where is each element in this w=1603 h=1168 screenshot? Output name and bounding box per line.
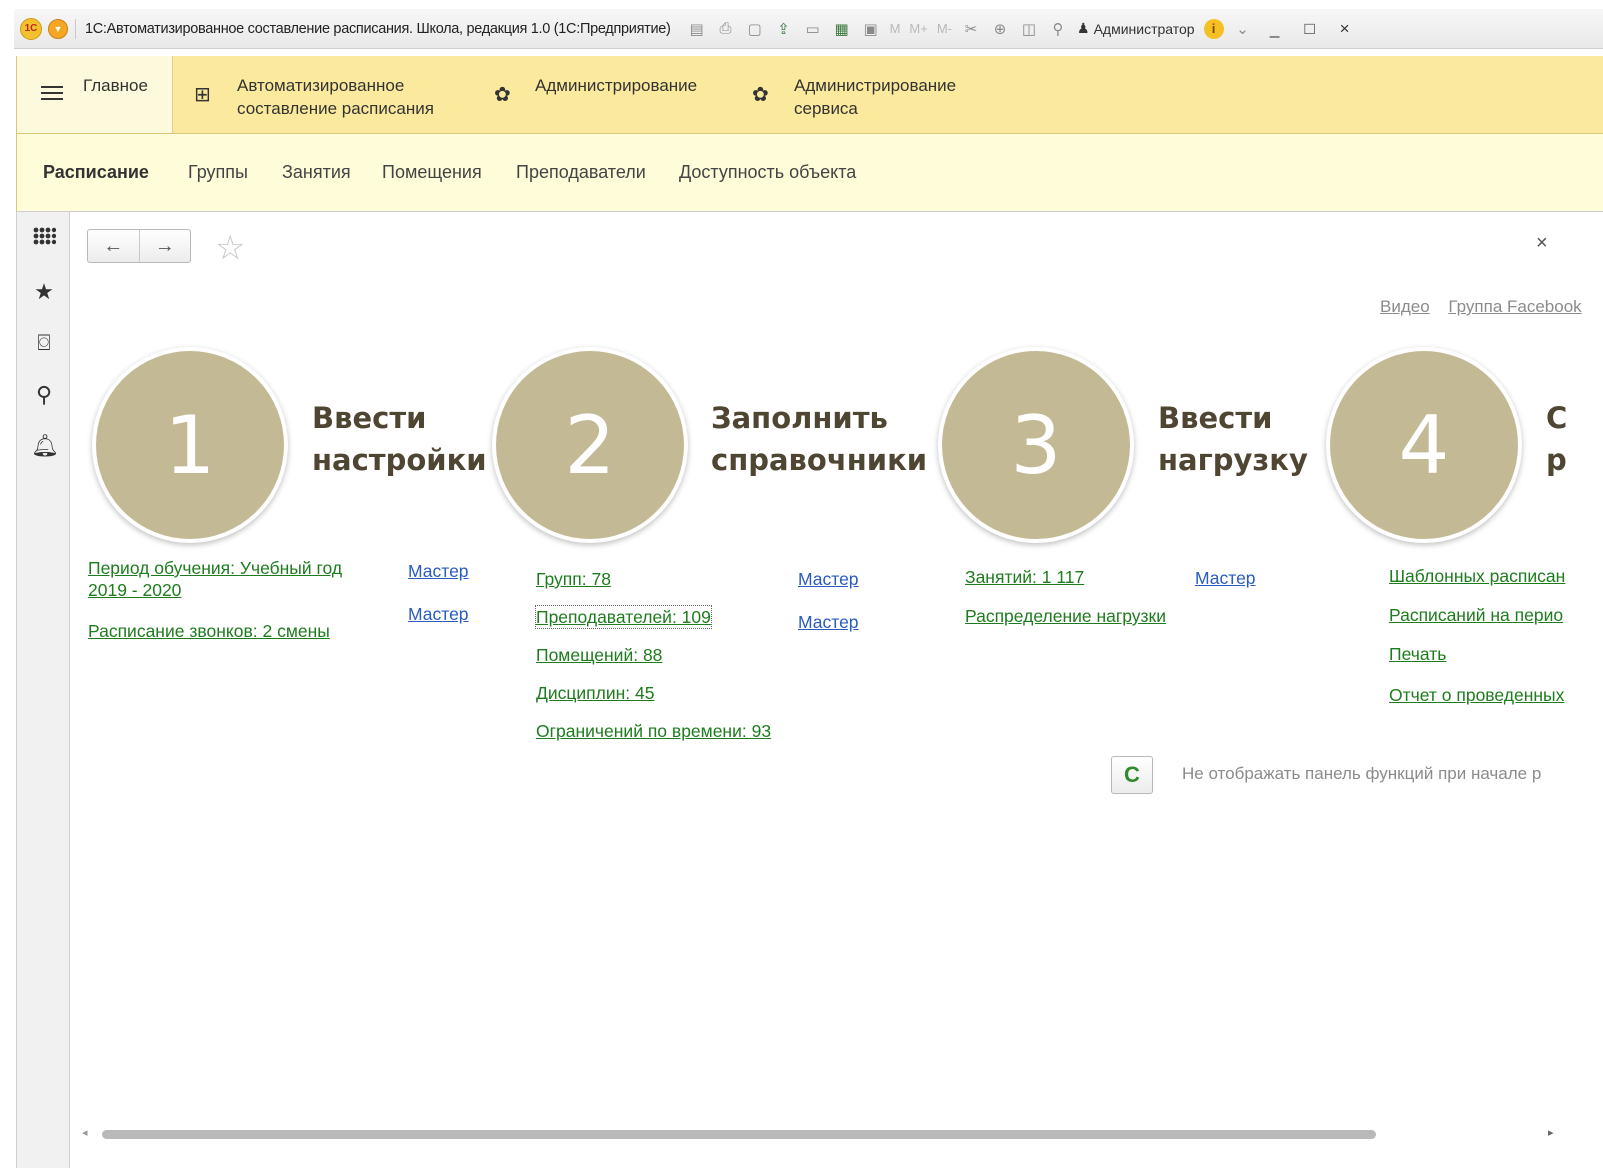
forward-button[interactable]: → [138,230,191,262]
study-period-link[interactable]: Период обучения: Учебный год 2019 - 2020 [88,557,342,601]
bell-schedule-link[interactable]: Расписание звонков: 2 смены [88,620,330,642]
memory-plus-button[interactable]: M+ [909,19,927,39]
main-menu-dropdown-icon[interactable]: ▼ [48,18,68,39]
user-icon: ♟ [1077,20,1090,36]
held-lessons-report-link[interactable]: Отчет о проведенных [1389,684,1564,706]
teachers-master-link[interactable]: Мастер [798,612,859,633]
divider [75,18,76,39]
scroll-right-icon[interactable]: ▸ [1548,1126,1554,1139]
bell-schedule-master-link[interactable]: Мастер [408,604,469,625]
window-toolbar: ▤ ⎙ ▢ ⇪ ▭ ▦ ▣ M M+ M- ✂ ⊕ ◫ ⚲ ♟ Админист… [687,18,1358,39]
subnav-object-availability[interactable]: Доступность объекта [679,162,856,183]
subnav-groups[interactable]: Группы [188,162,248,183]
gear-icon: ✿ [752,84,769,106]
disciplines-link[interactable]: Дисциплин: 45 [536,682,655,704]
period-schedules-link[interactable]: Расписаний на перио [1389,604,1563,626]
search-icon[interactable]: ⚲ [31,382,57,408]
section-auto-schedule-label: Автоматизированное составление расписани… [237,76,434,118]
memory-m-button[interactable]: M [890,19,901,39]
memory-minus-button[interactable]: M- [937,19,952,39]
title-bar: 1С ▼ 1С:Автоматизированное составление р… [14,9,1603,49]
horizontal-scrollbar[interactable]: ◂ ▸ [70,1126,1603,1142]
step-1-title: Ввести настройки [312,401,487,477]
add-to-favorites-star-icon[interactable]: ☆ [215,228,245,268]
close-window-button[interactable]: × [1332,19,1358,39]
grid-icon: ⊞ [194,84,211,106]
notifications-bell-icon[interactable]: 🔔︎ [31,433,59,459]
top-links: Видео Группа Facebook [1366,297,1582,317]
video-link[interactable]: Видео [1380,297,1430,316]
time-constraints-link[interactable]: Ограничений по времени: 93 [536,720,771,742]
navigation-buttons: ← → [87,229,191,263]
study-period-master-link[interactable]: Мастер [408,561,469,582]
hamburger-menu-icon [41,86,63,104]
step-3-title: Ввести нагрузку [1158,401,1308,477]
preview-icon[interactable]: ▢ [745,19,765,39]
scroll-left-icon[interactable]: ◂ [82,1126,88,1139]
scrollbar-thumb[interactable] [102,1130,1376,1139]
upload-icon[interactable]: ⇪ [774,19,794,39]
refresh-button[interactable]: C [1111,756,1153,794]
save-icon[interactable]: ▤ [687,19,707,39]
subnav-rooms[interactable]: Помещения [382,162,482,183]
close-form-button[interactable]: × [1536,232,1548,255]
section-subnav: Расписание Группы Занятия Помещения Преп… [16,134,1603,212]
cut-icon[interactable]: ✂ [961,19,981,39]
tools-icon[interactable]: ⚲ [1048,19,1068,39]
user-name: Администратор [1093,20,1195,37]
1c-logo-icon[interactable]: 1С [20,17,42,40]
scan-icon[interactable]: ▭ [803,19,823,39]
section-main[interactable]: Главное [17,56,173,133]
lessons-master-link[interactable]: Мастер [1195,568,1256,589]
print-icon[interactable]: ⎙ [716,19,736,39]
step-2-title: Заполнить справочники [711,401,928,477]
left-tools-panel: ★ ⌼ ⚲ 🔔︎ [16,212,70,1168]
app-window: 1С ▼ 1С:Автоматизированное составление р… [0,0,1603,1168]
subnav-schedule[interactable]: Расписание [43,162,149,183]
info-icon[interactable]: i [1203,18,1224,39]
section-main-label: Главное [83,76,148,95]
groups-master-link[interactable]: Мастер [798,569,859,590]
hide-panel-hint[interactable]: Не отображать панель функций при начале … [1182,764,1541,784]
facebook-group-link[interactable]: Группа Facebook [1448,297,1581,316]
info-dropdown-icon[interactable]: ⌄ [1233,19,1253,39]
gear-icon: ✿ [494,84,511,106]
panels-icon[interactable]: ◫ [1019,19,1039,39]
subnav-lessons[interactable]: Занятия [282,162,351,183]
back-button[interactable]: ← [88,230,139,262]
step-4-circle: 4 [1326,347,1522,543]
apps-grid-icon[interactable] [31,226,57,252]
minimize-button[interactable]: _ [1262,19,1288,39]
function-panel-content: ← → ☆ × Видео Группа Facebook 1 Ввести на… [70,212,1603,1168]
maximize-button[interactable]: □ [1297,19,1323,39]
user-menu[interactable]: ♟ Администратор [1077,20,1195,37]
step-3-circle: 3 [938,347,1134,543]
favorites-star-icon[interactable]: ★ [31,279,57,305]
history-icon[interactable]: ⌼ [31,330,57,356]
step-1-circle: 1 [92,347,288,543]
section-service-administration-label: Администрирование сервиса [794,76,957,118]
groups-link[interactable]: Групп: 78 [536,568,611,590]
teachers-link[interactable]: Преподавателей: 109 [535,605,712,629]
section-administration-label: Администрирование [535,76,698,95]
step-2-circle: 2 [492,347,688,543]
subnav-teachers[interactable]: Преподаватели [516,162,646,183]
print-link[interactable]: Печать [1389,643,1446,665]
lessons-count-link[interactable]: Занятий: 1 117 [965,566,1084,588]
calculator-icon[interactable]: ▦ [832,19,852,39]
sections-panel: Главное ⊞ Автоматизированное составление… [16,56,1603,134]
calendar-icon[interactable]: ▣ [861,19,881,39]
step-4-title: Ср [1546,401,1568,477]
window-title: 1С:Автоматизированное составление распис… [85,20,671,37]
rooms-link[interactable]: Помещений: 88 [536,644,662,666]
load-distribution-link[interactable]: Распределение нагрузки [965,605,1166,627]
template-schedules-link[interactable]: Шаблонных расписан [1389,565,1565,587]
zoom-icon[interactable]: ⊕ [990,19,1010,39]
